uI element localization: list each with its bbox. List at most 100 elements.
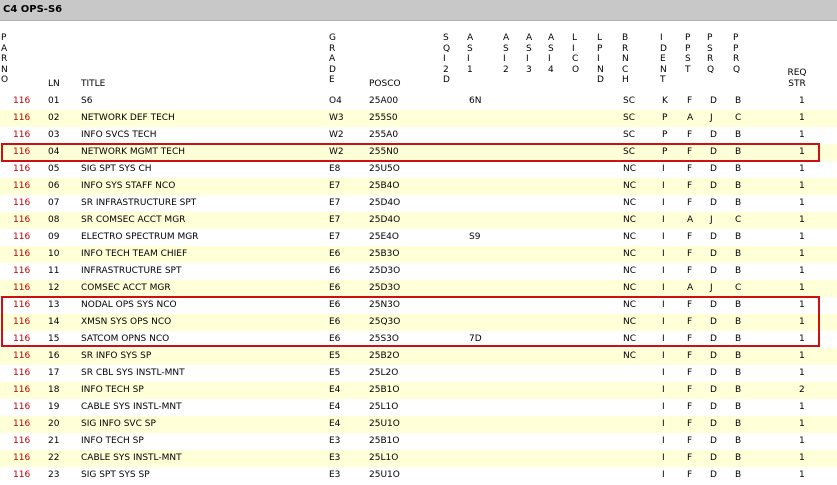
- cell-grade: E8: [329, 164, 341, 174]
- cell-pprq: B: [735, 266, 742, 276]
- table-row: 116 11 INFRASTRUCTURE SPT E6 25D3O NC I F D B 1: [0, 263, 837, 280]
- header-letter: R: [733, 54, 740, 65]
- cell-title: CABLE SYS INSTL-MNT: [81, 402, 182, 412]
- cell-grade: W2: [329, 147, 344, 157]
- cell-brnch: NC: [623, 249, 637, 259]
- header-letter: I: [660, 33, 663, 43]
- cell-ln: 20: [48, 419, 60, 429]
- cell-paro: 116: [13, 164, 31, 174]
- header-reqstr-line: STR: [788, 78, 806, 89]
- cell-title: CABLE SYS INSTL-MNT: [81, 453, 182, 463]
- cell-ident: I: [662, 300, 665, 310]
- cell-ppst: A: [687, 215, 694, 225]
- cell-psrq: D: [710, 334, 717, 344]
- cell-ident: P: [662, 147, 668, 157]
- cell-pprq: B: [735, 147, 742, 157]
- cell-grade: E5: [329, 351, 341, 361]
- cell-brnch: NC: [623, 351, 637, 361]
- cell-psrq: D: [710, 351, 717, 361]
- cell-ppst: F: [687, 470, 693, 480]
- header-psrq: PSRQ: [707, 33, 717, 89]
- cell-ident: I: [662, 317, 665, 327]
- cell-posco: 25E4O: [369, 232, 399, 242]
- table-row: 116 10 INFO TECH TEAM CHIEF E6 25B3O NC I F D B 1: [0, 246, 837, 263]
- cell-brnch: NC: [623, 198, 637, 208]
- cell-pprq: B: [735, 419, 742, 429]
- table-row: 116 03 INFO SVCS TECH W2 255A0 SC P F D B 1: [0, 127, 837, 144]
- cell-psrq: D: [710, 436, 717, 446]
- header-letter: R: [707, 54, 714, 65]
- cell-title: NETWORK DEF TECH: [81, 113, 175, 123]
- cell-ppst: F: [687, 385, 693, 395]
- header-letter: 1: [467, 64, 473, 75]
- header-letter: 3: [526, 64, 532, 75]
- cell-brnch: NC: [623, 215, 637, 225]
- cell-grade: E5: [329, 368, 341, 378]
- header-lpind: LPIND: [597, 33, 607, 89]
- cell-ppst: F: [687, 436, 693, 446]
- cell-ppst: F: [687, 164, 693, 174]
- cell-paro: 116: [13, 334, 31, 344]
- cell-psrq: D: [710, 198, 717, 208]
- cell-req: 2: [799, 385, 805, 395]
- header-letter: S: [526, 43, 532, 54]
- header-asi1: ASI1: [467, 33, 477, 89]
- cell-brnch: SC: [623, 96, 635, 106]
- header-letter: Q: [707, 64, 715, 75]
- cell-title: INFO TECH SP: [81, 436, 144, 446]
- cell-ident: I: [662, 402, 665, 412]
- cell-brnch: NC: [623, 164, 637, 174]
- header-letter: Q: [443, 43, 451, 54]
- cell-paro: 116: [13, 113, 31, 123]
- header-ident: IDENT: [660, 33, 670, 89]
- cell-title: NETWORK MGMT TECH: [81, 147, 186, 157]
- header-letter: A: [1, 43, 8, 54]
- table-row: 116 14 XMSN SYS OPS NCO E6 25Q3O NC I F D B 1: [0, 314, 837, 331]
- table-row: 116 08 SR COMSEC ACCT MGR E7 25D4O NC I A J C 1: [0, 212, 837, 229]
- cell-brnch: NC: [623, 317, 637, 327]
- position-table: 116 01 S6 O4 25A00 6N SC K F D B 1 116 02 NETWORK DEF …: [0, 93, 837, 484]
- header-letter: P: [597, 43, 603, 54]
- cell-brnch: SC: [623, 113, 635, 123]
- cell-paro: 116: [13, 436, 31, 446]
- cell-req: 1: [799, 351, 805, 361]
- cell-ident: P: [662, 113, 668, 123]
- cell-psrq: D: [710, 368, 717, 378]
- cell-pprq: B: [735, 317, 742, 327]
- header-brnch: BRNCH: [622, 33, 632, 89]
- cell-paro: 116: [13, 351, 31, 361]
- cell-pprq: B: [735, 232, 742, 242]
- table-row: 116 13 NODAL OPS SYS NCO E6 25N3O NC I F D B 1: [0, 297, 837, 314]
- cell-title: INFRASTRUCTURE SPT: [81, 266, 182, 276]
- cell-ppst: F: [687, 419, 693, 429]
- cell-req: 1: [799, 164, 805, 174]
- cell-paro: 116: [13, 368, 31, 378]
- cell-posco: 25L1O: [369, 402, 399, 412]
- cell-req: 1: [799, 113, 805, 123]
- cell-title: INFO SVCS TECH: [81, 130, 157, 140]
- cell-ppst: F: [687, 266, 693, 276]
- table-row: 116 05 SIG SPT SYS CH E8 25U5O NC I F D B 1: [0, 161, 837, 178]
- table-row: 116 23 SIG SPT SYS SP E3 25U1O I F D B 1: [0, 467, 837, 484]
- cell-pprq: B: [735, 130, 742, 140]
- cell-paro: 116: [13, 453, 31, 463]
- header-letter: A: [329, 54, 336, 65]
- cell-pprq: B: [735, 334, 742, 344]
- cell-pprq: B: [735, 181, 742, 191]
- table-row: 116 16 SR INFO SYS SP E5 25B2O NC I F D B 1: [0, 348, 837, 365]
- cell-ppst: F: [687, 96, 693, 106]
- header-letter: L: [597, 33, 603, 43]
- cell-paro: 116: [13, 147, 31, 157]
- cell-paro: 116: [13, 470, 31, 480]
- cell-psrq: D: [710, 453, 717, 463]
- cell-ppst: F: [687, 351, 693, 361]
- cell-psrq: D: [710, 249, 717, 259]
- cell-brnch: NC: [623, 232, 637, 242]
- cell-posco: 25S3O: [369, 334, 399, 344]
- header-letter: D: [443, 75, 450, 86]
- cell-brnch: NC: [623, 181, 637, 191]
- cell-ident: I: [662, 419, 665, 429]
- header-letter: E: [329, 75, 335, 86]
- cell-title: XMSN SYS OPS NCO: [81, 317, 172, 327]
- cell-posco: 25U1O: [369, 470, 400, 480]
